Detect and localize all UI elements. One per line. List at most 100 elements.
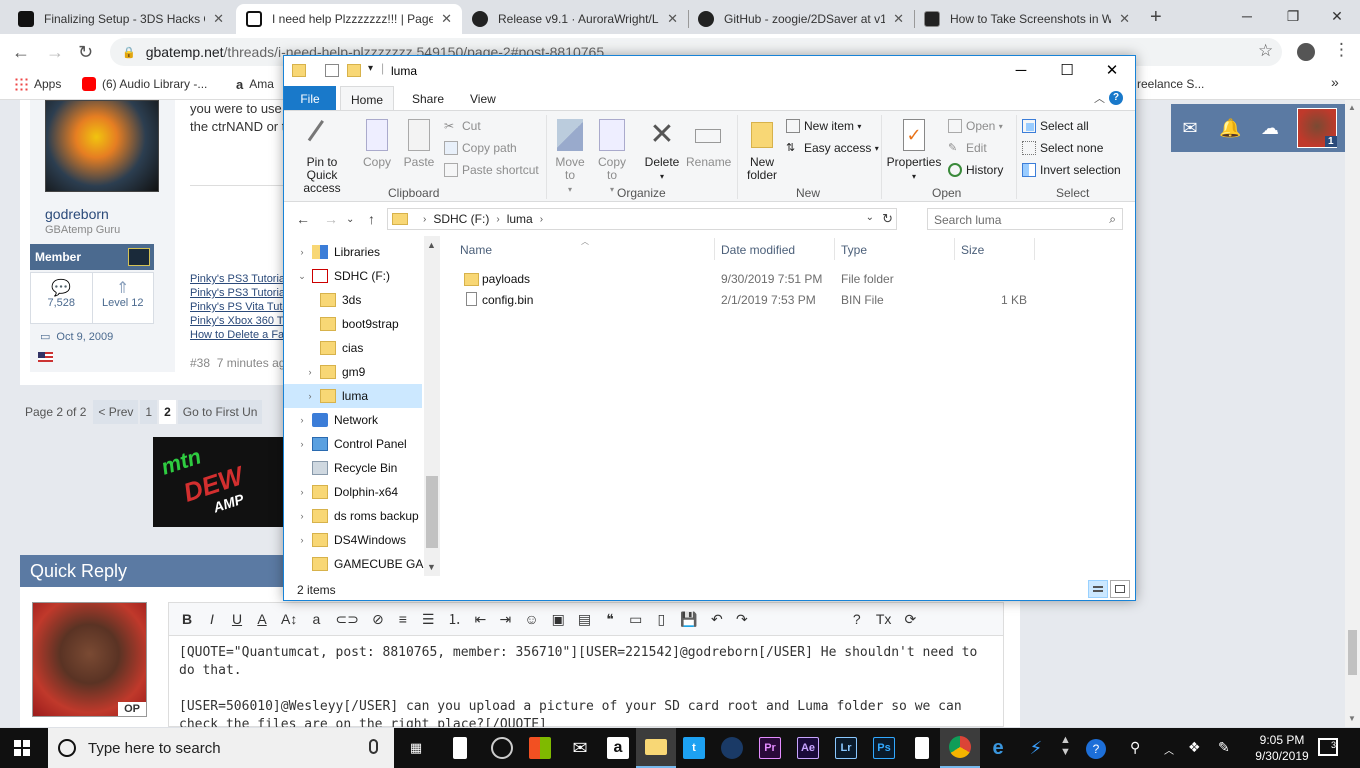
- breadcrumb-chevron-icon[interactable]: ›: [540, 214, 543, 225]
- prev-page-button[interactable]: < Prev: [93, 400, 139, 424]
- column-type[interactable]: Type: [841, 243, 867, 267]
- taskbar-search[interactable]: Type here to search: [48, 728, 394, 768]
- nav-item[interactable]: ⌄ SDHC (F:): [284, 264, 422, 288]
- select-none-button[interactable]: Select none: [1022, 141, 1103, 155]
- copy-button[interactable]: Copy: [360, 119, 394, 169]
- details-view-icon[interactable]: [1088, 580, 1108, 598]
- envelope-icon[interactable]: ✉: [1179, 118, 1201, 138]
- task-view-icon[interactable]: ▦: [396, 728, 436, 768]
- tab-view[interactable]: View: [460, 86, 506, 110]
- photoshop-icon[interactable]: Ps: [864, 728, 904, 768]
- quote-icon[interactable]: ❝: [604, 611, 616, 628]
- font-family-icon[interactable]: a: [310, 611, 322, 627]
- lightroom-icon[interactable]: Lr: [826, 728, 866, 768]
- bullet-list-icon[interactable]: ☰: [422, 611, 435, 628]
- minimize-icon[interactable]: ─: [998, 56, 1044, 86]
- refresh-icon[interactable]: ↻: [882, 211, 893, 227]
- page-1-button[interactable]: 1: [140, 400, 158, 424]
- scroll-up-icon[interactable]: ▲: [1348, 103, 1356, 112]
- easy-access-button[interactable]: ⇅ Easy access ▾: [786, 141, 879, 155]
- nav-item[interactable]: boot9strap: [284, 312, 422, 336]
- amazon-icon[interactable]: a: [598, 728, 638, 768]
- nav-item[interactable]: Recycle Bin: [284, 456, 422, 480]
- close-window-icon[interactable]: ✕: [1314, 0, 1360, 32]
- collapse-ribbon-icon[interactable]: ︿: [1094, 90, 1105, 106]
- nav-scrollbar[interactable]: ▲ ▼: [424, 236, 440, 576]
- more-bookmarks-icon[interactable]: »: [1331, 74, 1339, 90]
- new-folder-icon[interactable]: [347, 64, 361, 77]
- close-tab-icon[interactable]: ✕: [441, 11, 452, 27]
- expand-chevron-icon[interactable]: ›: [296, 511, 308, 521]
- tab-file[interactable]: File: [284, 86, 336, 110]
- undo-icon[interactable]: ↶: [711, 611, 723, 628]
- post-number[interactable]: #38: [190, 356, 210, 370]
- italic-icon[interactable]: I: [206, 611, 218, 627]
- code-icon[interactable]: ▯: [655, 611, 667, 628]
- pen-icon[interactable]: ✎: [1218, 739, 1230, 756]
- open-button[interactable]: Open ▾: [948, 119, 1003, 133]
- reply-editor[interactable]: [QUOTE="Quantumcat, post: 8810765, membe…: [168, 636, 1004, 727]
- bookmark-amazon[interactable]: a Ama: [236, 77, 274, 92]
- explorer-address-bar[interactable]: › SDHC (F:) › luma › ⌄ ↻: [387, 208, 897, 230]
- page-2-button[interactable]: 2: [159, 400, 176, 424]
- menu-kebab-icon[interactable]: ⋮: [1333, 40, 1350, 60]
- expand-chevron-icon[interactable]: ›: [304, 367, 316, 377]
- media-icon[interactable]: ▤: [578, 611, 591, 628]
- browser-tab-3[interactable]: Release v9.1 · AuroraWright/Lu ✕: [462, 4, 688, 34]
- file-row[interactable]: config.bin 2/1/2019 7:53 PM BIN File 1 K…: [454, 290, 1054, 311]
- message-count[interactable]: 💬 7,528: [31, 273, 92, 323]
- expand-chevron-icon[interactable]: ›: [296, 415, 308, 425]
- page-scrollbar[interactable]: ▲ ▼: [1345, 100, 1360, 727]
- system-clock[interactable]: 9:05 PM 9/30/2019: [1248, 732, 1316, 764]
- expand-chevron-icon[interactable]: ›: [296, 487, 308, 497]
- tab-share[interactable]: Share: [402, 86, 454, 110]
- recent-locations-icon[interactable]: ⌄: [346, 214, 354, 225]
- bookmark-audio-library[interactable]: (6) Audio Library -...: [82, 77, 207, 91]
- cinema4d-icon[interactable]: [712, 728, 752, 768]
- scroll-thumb[interactable]: [1348, 630, 1357, 675]
- poster-username[interactable]: godreborn: [45, 206, 109, 222]
- tab-home[interactable]: Home: [340, 86, 395, 110]
- scroll-down-icon[interactable]: ▼: [427, 562, 436, 572]
- new-tab-icon[interactable]: +: [1150, 6, 1162, 29]
- twitter-icon[interactable]: t: [674, 728, 714, 768]
- copy-to-button[interactable]: Copy to ▾: [594, 119, 630, 196]
- mail-icon[interactable]: ✉: [560, 728, 600, 768]
- premiere-icon[interactable]: Pr: [750, 728, 790, 768]
- nav-item[interactable]: › Control Panel: [284, 432, 422, 456]
- tray-scroll-icon[interactable]: ▲ ▼: [1060, 734, 1071, 758]
- chrome-icon[interactable]: [940, 728, 980, 768]
- edit-button[interactable]: ✎ Edit: [948, 141, 987, 155]
- maximize-icon[interactable]: ☐: [1044, 56, 1090, 86]
- outdent-icon[interactable]: ⇤: [474, 611, 487, 628]
- spoiler-icon[interactable]: ▭: [629, 611, 642, 628]
- breadcrumb-chevron-icon[interactable]: ›: [496, 214, 499, 225]
- image-icon[interactable]: ▣: [552, 611, 565, 628]
- profile-avatar-icon[interactable]: [1297, 43, 1315, 61]
- invert-selection-button[interactable]: Invert selection: [1022, 163, 1121, 177]
- select-all-button[interactable]: Select all: [1022, 119, 1089, 133]
- nav-item[interactable]: › gm9: [284, 360, 422, 384]
- explorer-search-input[interactable]: Search luma ⌕: [927, 208, 1123, 230]
- browser-tab-5[interactable]: How to Take Screenshots in W ✕: [914, 4, 1140, 34]
- expand-chevron-icon[interactable]: ›: [296, 247, 308, 257]
- nav-item[interactable]: › luma: [284, 384, 422, 408]
- file-explorer-icon[interactable]: [636, 728, 676, 768]
- upload-cloud-icon[interactable]: ☁: [1259, 118, 1281, 138]
- save-draft-icon[interactable]: 💾: [680, 611, 697, 628]
- properties-check-icon[interactable]: [325, 64, 339, 77]
- new-item-button[interactable]: New item ▾: [786, 119, 861, 133]
- redo-icon[interactable]: ↷: [736, 611, 748, 628]
- windows-start-icon[interactable]: [14, 740, 30, 756]
- help-icon[interactable]: ?: [1109, 91, 1123, 105]
- poster-avatar[interactable]: [45, 100, 159, 192]
- bookmark-star-icon[interactable]: ☆: [1258, 41, 1273, 61]
- text-color-icon[interactable]: A: [256, 611, 268, 627]
- forward-arrow-icon[interactable]: →: [46, 42, 64, 63]
- cut-button[interactable]: ✂ Cut: [444, 119, 481, 133]
- close-window-icon[interactable]: ✕: [1089, 56, 1135, 86]
- expand-chevron-icon[interactable]: ⌄: [296, 271, 308, 282]
- nav-item[interactable]: 3ds: [284, 288, 422, 312]
- close-tab-icon[interactable]: ✕: [213, 11, 224, 27]
- browser-tab-4[interactable]: GitHub - zoogie/2DSaver at v1 ✕: [688, 4, 914, 34]
